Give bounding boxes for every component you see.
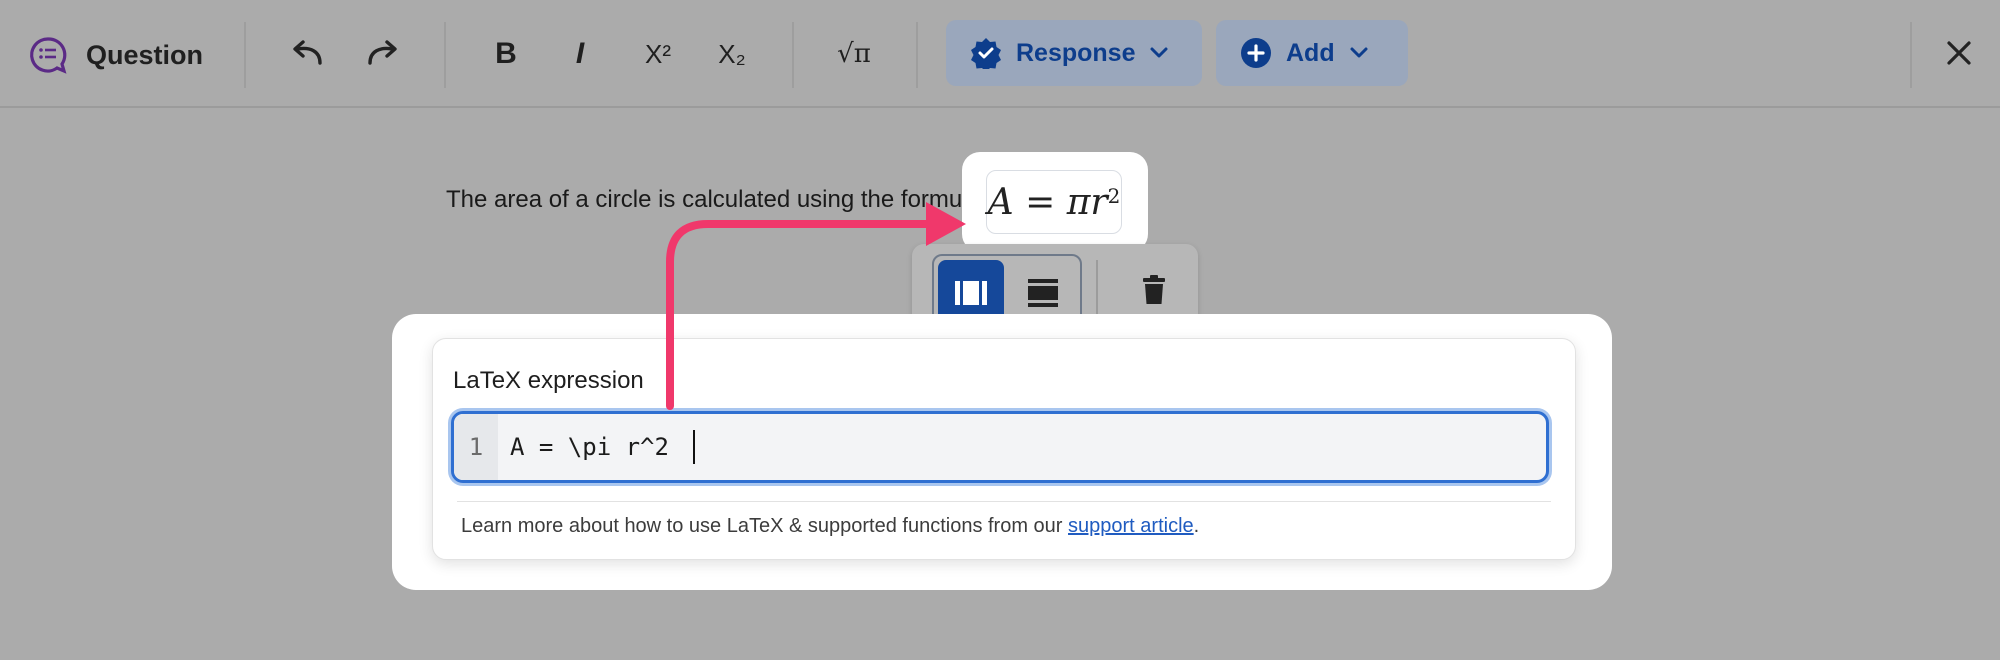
- help-suffix: .: [1193, 515, 1200, 537]
- latex-dialog: LaTeX expression 1 A = \pi r^2 Learn mor…: [392, 314, 1612, 590]
- chevron-down-icon: [1150, 47, 1168, 58]
- line-number: 1: [454, 414, 498, 480]
- formula-highlight: A = πr 2: [962, 152, 1148, 252]
- formula-exponent: 2: [1107, 184, 1121, 208]
- toolbar-divider: [244, 22, 246, 88]
- editor-toolbar: Question B I X² X₂ √π Response Add: [0, 0, 2000, 108]
- response-dropdown[interactable]: Response: [946, 20, 1202, 86]
- question-chat-icon: [30, 37, 67, 74]
- close-icon: [1947, 41, 1971, 65]
- chevron-down-icon: [1350, 47, 1368, 58]
- delete-formula-button[interactable]: [1124, 262, 1184, 318]
- undo-icon: [293, 40, 322, 65]
- inline-layout-icon: [955, 281, 987, 305]
- panel-divider: [457, 501, 1551, 502]
- latex-editor[interactable]: 1 A = \pi r^2: [451, 411, 1549, 483]
- superscript-button[interactable]: X²: [628, 24, 688, 84]
- response-label: Response: [1016, 38, 1136, 67]
- add-dropdown[interactable]: Add: [1216, 20, 1408, 86]
- support-article-link[interactable]: support article: [1068, 515, 1194, 537]
- formula-text: A = πr: [987, 181, 1108, 223]
- toolbar-divider: [1910, 22, 1912, 88]
- block-layout-icon: [1028, 279, 1058, 307]
- add-label: Add: [1286, 38, 1335, 67]
- latex-label: LaTeX expression: [453, 367, 644, 394]
- bold-button[interactable]: B: [476, 24, 536, 84]
- trash-icon: [1143, 275, 1165, 304]
- help-prefix: Learn more about how to use LaTeX & supp…: [461, 515, 1069, 537]
- italic-button[interactable]: I: [550, 24, 610, 84]
- help-text: Learn more about how to use LaTeX & supp…: [461, 515, 1199, 538]
- toolbar-divider: [444, 22, 446, 88]
- undo-button[interactable]: [278, 24, 338, 84]
- text-cursor: [693, 430, 696, 464]
- redo-button[interactable]: [352, 24, 412, 84]
- redo-icon: [368, 40, 397, 65]
- question-header: Question: [28, 30, 203, 80]
- subscript-button[interactable]: X₂: [702, 24, 762, 84]
- math-button[interactable]: √π: [824, 24, 884, 84]
- latex-code-line[interactable]: A = \pi r^2: [510, 414, 696, 480]
- question-title: Question: [86, 39, 204, 70]
- plus-circle-icon: [1241, 38, 1271, 68]
- latex-panel: LaTeX expression 1 A = \pi r^2 Learn mor…: [432, 338, 1576, 560]
- close-button[interactable]: [1936, 30, 1982, 76]
- toolbar-divider: [1096, 260, 1098, 318]
- verified-badge-icon: [971, 38, 1001, 69]
- toolbar-divider: [916, 22, 918, 88]
- inline-formula[interactable]: A = πr 2: [986, 170, 1122, 234]
- latex-code-text: A = \pi r^2: [510, 433, 684, 461]
- toolbar-divider: [792, 22, 794, 88]
- question-sentence: The area of a circle is calculated using…: [446, 186, 981, 213]
